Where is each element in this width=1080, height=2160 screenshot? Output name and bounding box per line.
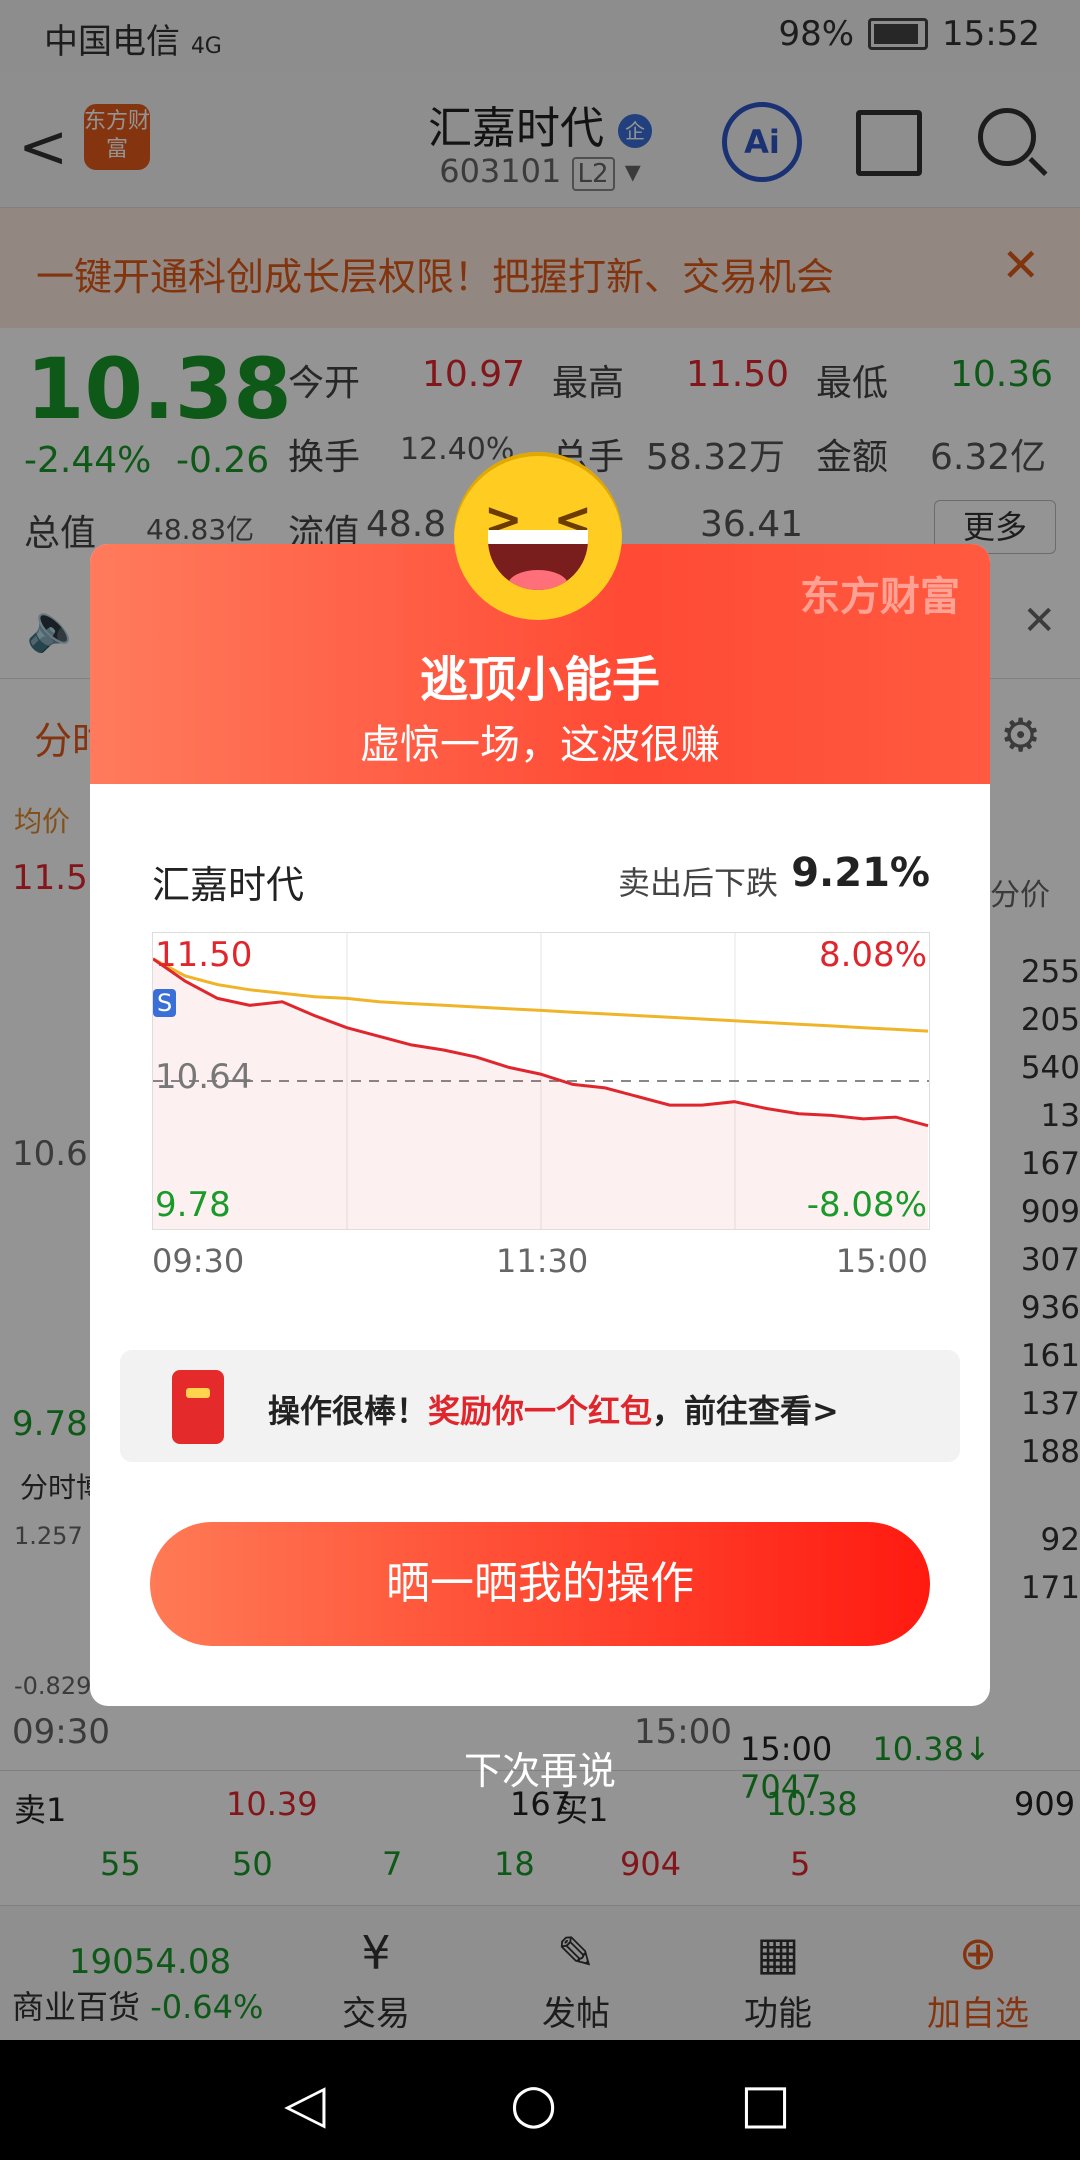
- watermark-logo: 东方财富: [800, 574, 960, 620]
- drop-label: 卖出后下跌: [617, 864, 778, 902]
- chart-pre-label: 10.64: [155, 1057, 253, 1097]
- reward-text: 操作很棒！奖励你一个红包，前往查看>: [268, 1386, 839, 1432]
- modal-stock-name: 汇嘉时代: [152, 863, 305, 907]
- dismiss-link[interactable]: 下次再说: [0, 1740, 1080, 1795]
- nav-recents-icon[interactable]: □: [740, 2072, 791, 2135]
- modal-title: 逃顶小能手: [419, 652, 660, 708]
- time-label-end: 15:00: [835, 1242, 928, 1280]
- nav-home-icon[interactable]: ○: [510, 2072, 557, 2135]
- nav-back-icon[interactable]: ◁: [284, 2072, 326, 2135]
- chart-lo-label: 9.78: [155, 1185, 231, 1225]
- red-packet-reward[interactable]: 操作很棒！奖励你一个红包，前往查看>: [120, 1350, 960, 1462]
- reward-prefix: 操作很棒！: [268, 1392, 429, 1430]
- red-packet-icon: [172, 1370, 224, 1444]
- time-label-mid: 11:30: [496, 1242, 589, 1280]
- drop-value: 9.21%: [791, 850, 930, 896]
- reward-highlight: 奖励你一个红包: [428, 1392, 653, 1430]
- reward-link: ，前往查看>: [652, 1392, 839, 1430]
- chart-hi-pct: 8.08%: [818, 935, 927, 975]
- sell-marker: S: [153, 989, 177, 1017]
- laughing-emoji-icon: > <: [454, 452, 622, 620]
- share-operation-button[interactable]: 晒一晒我的操作: [150, 1522, 930, 1646]
- achievement-modal: 东方财富 逃顶小能手 虚惊一场，这波很赚 汇嘉时代 卖出后下跌 9.21% 11…: [90, 544, 990, 1706]
- intraday-chart: 11.50 8.08% 10.64 9.78 -8.08% S: [152, 932, 930, 1230]
- chart-hi-label: 11.50: [155, 935, 253, 975]
- modal-subtitle: 虚惊一场，这波很赚: [360, 722, 720, 768]
- time-label-start: 09:30: [152, 1242, 245, 1280]
- system-nav-bar: ◁ ○ □: [0, 2040, 1080, 2160]
- chart-lo-pct: -8.08%: [806, 1185, 927, 1225]
